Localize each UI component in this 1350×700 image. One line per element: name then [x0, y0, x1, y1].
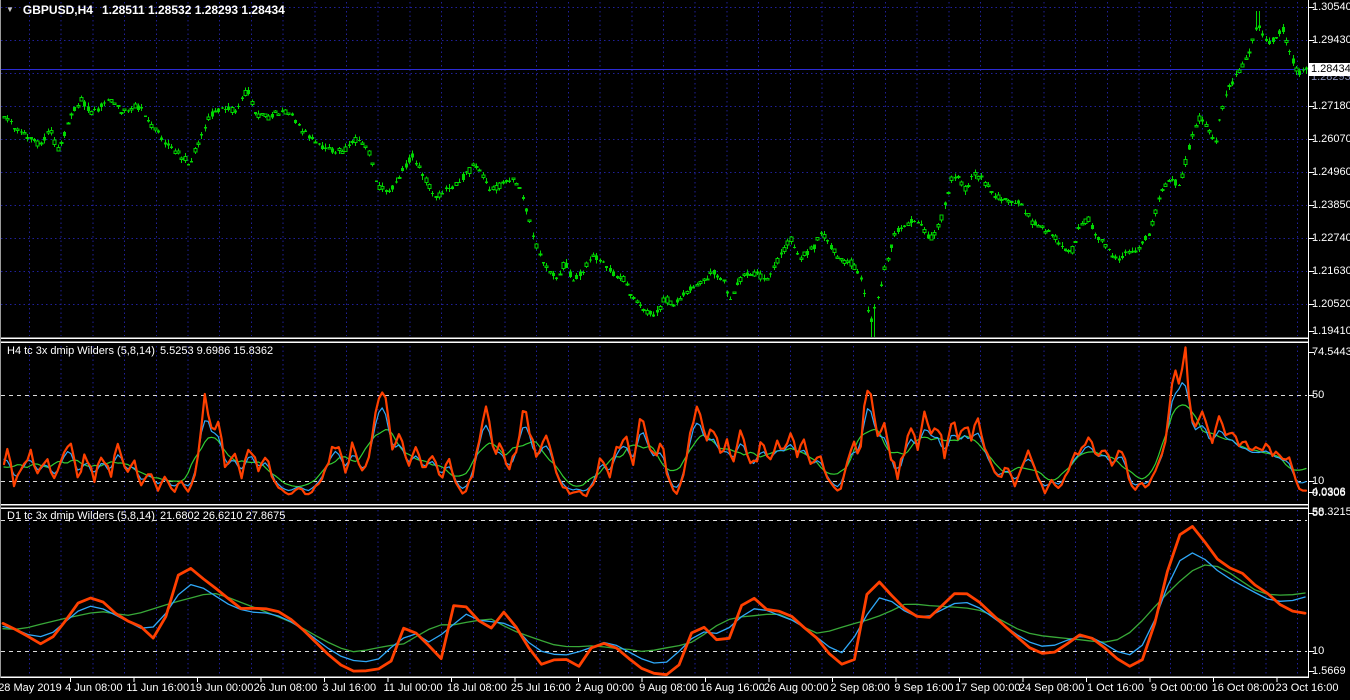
candles-layer: [2, 11, 1308, 337]
indicator-level-lines: [1, 395, 1307, 652]
indicator-h4-values: 5.5253 9.6986 15.8362: [159, 345, 274, 357]
current-price-label: 1.28434: [1309, 63, 1350, 76]
indicator-h4-layer: [2, 346, 1308, 498]
indicator-d1-values: 21.6802 26.6210 27.8675: [159, 510, 286, 522]
price-axis-label: 1.20520: [1312, 298, 1350, 310]
frame-layer: [0, 0, 1314, 682]
price-axis-label: 1.29430: [1312, 34, 1350, 46]
price-axis-label: 1.26070: [1312, 133, 1350, 145]
indicator-h4-name: H4 tc 3x dmip Wilders (5,8,14): [7, 345, 155, 357]
chart-title-ohlc: 1.28511 1.28532 1.28293 1.28434: [101, 3, 285, 17]
price-axis-label: 1.30540: [1312, 1, 1350, 13]
price-axis-label: 1.19410: [1312, 325, 1350, 337]
symbol-dropdown-icon[interactable]: ▼: [6, 4, 14, 16]
indicator-axis-label: 58.3215: [1312, 506, 1350, 518]
indicator-axis-label: 0.0306: [1312, 487, 1346, 499]
indicator-d1-name: D1 tc 3x dmip Wilders (5,8,14): [7, 510, 155, 522]
price-axis-label: 1.27180: [1312, 100, 1350, 112]
indicator-axis-label: 10: [1312, 645, 1325, 657]
h4-fast-line: [2, 346, 1308, 498]
price-axis-label: 1.22740: [1312, 232, 1350, 244]
price-axis-label: 1.24960: [1312, 166, 1350, 178]
d1-fast-line: [1, 525, 1307, 677]
price-axis-label: 1.21630: [1312, 265, 1350, 277]
indicator-axis-label: 1.5669: [1312, 665, 1346, 677]
indicator-d1-title: D1 tc 3x dmip Wilders (5,8,14) 21.6802 2…: [7, 510, 285, 522]
indicator-axis-label: 74.5443: [1312, 346, 1350, 358]
mt4-chart-window: ▼ GBPUSD,H4 1.28511 1.28532 1.28293 1.28…: [0, 0, 1350, 700]
indicator-h4-title: H4 tc 3x dmip Wilders (5,8,14) 5.5253 9.…: [7, 345, 273, 357]
time-axis-label: 23 Oct 16:00: [1275, 682, 1339, 694]
price-axis-label: 1.23850: [1312, 199, 1350, 211]
chart-title-symbol: GBPUSD,H4: [22, 3, 93, 17]
indicator-axis-label: 50: [1312, 389, 1325, 401]
chart-header: ▼ GBPUSD,H4 1.28511 1.28532 1.28293 1.28…: [6, 3, 285, 17]
d1-slow-line: [2, 564, 1306, 653]
d1-mid-line: [2, 552, 1306, 664]
indicator-d1-layer: [1, 525, 1307, 677]
